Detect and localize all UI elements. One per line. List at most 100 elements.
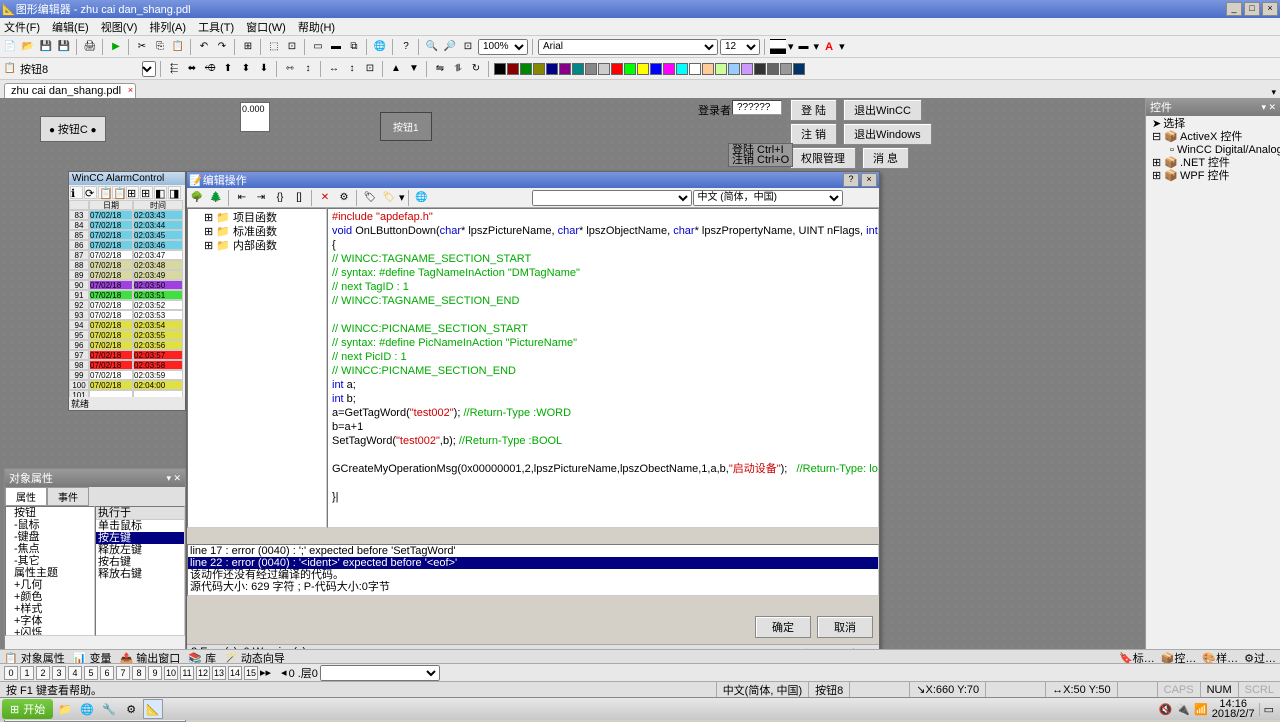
exit-wincc-button[interactable]: 退出WinCC <box>843 99 922 121</box>
dist-h-icon[interactable]: ⇿ <box>282 61 298 77</box>
fill-icon[interactable]: ▬ <box>328 39 344 55</box>
color-swatch[interactable] <box>559 63 571 75</box>
help-icon[interactable]: ? <box>398 39 414 55</box>
minimize-button[interactable]: _ <box>1226 2 1242 16</box>
color-swatch[interactable] <box>780 63 792 75</box>
alarm-row[interactable]: 9607/02/1802:03:56 <box>69 340 185 350</box>
canvas-value-box[interactable]: 0.000 <box>240 102 270 132</box>
props-icon[interactable]: 📋 <box>2 61 18 77</box>
tab-menu-icon[interactable]: ▾ <box>1271 87 1280 98</box>
color-swatch[interactable] <box>715 63 727 75</box>
grid-icon[interactable]: ⊞ <box>240 39 256 55</box>
layer-13[interactable]: 13 <box>212 666 226 680</box>
open-icon[interactable]: 📂 <box>20 39 36 55</box>
samesize-icon[interactable]: ⊡ <box>362 61 378 77</box>
align-bot-icon[interactable]: ⬇ <box>256 61 272 77</box>
props-category-tree[interactable]: 按钮-鼠标-键盘-焦点-其它属性主题+几何+颜色+样式+字体+闪烁+其它+填充+… <box>5 506 95 636</box>
code-delete-icon[interactable]: ✕ <box>316 190 334 206</box>
maximize-button[interactable]: □ <box>1244 2 1260 16</box>
alarm-tb-icon[interactable]: 📋 <box>112 186 125 199</box>
code-globe-icon[interactable]: 🌐 <box>413 190 431 206</box>
alarm-tb-icon[interactable]: ⊞ <box>140 186 153 199</box>
prop-tree-item[interactable]: +颜色 <box>6 591 94 603</box>
prop-list-item[interactable]: 释放左键 <box>96 544 184 556</box>
menu-help[interactable]: 帮助(H) <box>298 19 335 35</box>
select-icon[interactable]: ⬚ <box>266 39 282 55</box>
alarm-row[interactable]: 8307/02/1802:03:43 <box>69 210 185 220</box>
code-tree2-icon[interactable]: 🌲 <box>207 190 225 206</box>
logout-button[interactable]: 注 销 <box>790 123 837 145</box>
align-right-icon[interactable]: ⬲ <box>202 61 218 77</box>
alarm-tb-icon[interactable]: ℹ <box>70 186 83 199</box>
undo-icon[interactable]: ↶ <box>196 39 212 55</box>
ok-button[interactable]: 确定 <box>755 616 811 638</box>
code-editor[interactable]: #include "apdefap.h" void OnLButtonDown(… <box>327 208 879 528</box>
font-size-select[interactable]: 12 <box>720 39 760 55</box>
canvas-button-1[interactable]: 按钮1 <box>380 112 432 141</box>
layer-11[interactable]: 11 <box>180 666 194 680</box>
tray-icon[interactable]: 🔇 <box>1159 703 1173 716</box>
menu-file[interactable]: 文件(F) <box>4 19 40 35</box>
code-close-button[interactable]: × <box>861 173 877 187</box>
color-swatch[interactable] <box>637 63 649 75</box>
prop-tree-item[interactable]: +闪烁 <box>6 627 94 636</box>
redo-icon[interactable]: ↷ <box>214 39 230 55</box>
exit-windows-button[interactable]: 退出Windows <box>843 123 932 145</box>
alarm-row[interactable]: 9507/02/1802:03:55 <box>69 330 185 340</box>
color-swatch[interactable] <box>546 63 558 75</box>
controls-tree[interactable]: ➤ 选择 ⊟ 📦 ActiveX 控件 ▫ WinCC Digital/Anal… <box>1146 116 1280 185</box>
layer-0[interactable]: 0 <box>4 666 18 680</box>
alarm-tb-icon[interactable]: 📋 <box>98 186 111 199</box>
paste-icon[interactable]: 📋 <box>170 39 186 55</box>
tree-net[interactable]: ⊞ 📦 .NET 控件 <box>1148 157 1278 170</box>
prop-list-item[interactable]: 按左键 <box>96 532 184 544</box>
prop-tree-item[interactable]: -键盘 <box>6 531 94 543</box>
align-top-icon[interactable]: ⬆ <box>220 61 236 77</box>
alarm-tb-icon[interactable]: ◨ <box>168 186 181 199</box>
color-swatch[interactable] <box>793 63 805 75</box>
prop-list-item[interactable]: 按右键 <box>96 556 184 568</box>
color-swatch[interactable] <box>676 63 688 75</box>
layer-icon[interactable]: ⧉ <box>346 39 362 55</box>
alarm-row[interactable]: 9707/02/1802:03:57 <box>69 350 185 360</box>
prop-tree-item[interactable]: 属性主题 <box>6 567 94 579</box>
font-family-select[interactable]: Arial <box>538 39 718 55</box>
prop-tree-item[interactable]: -焦点 <box>6 543 94 555</box>
alarm-row[interactable]: 8407/02/1802:03:44 <box>69 220 185 230</box>
layer-2[interactable]: 2 <box>36 666 50 680</box>
color-swatch[interactable] <box>741 63 753 75</box>
color-swatch[interactable] <box>767 63 779 75</box>
object-dropdown[interactable] <box>142 61 156 77</box>
alarm-row[interactable]: 10007/02/1802:04:00 <box>69 380 185 390</box>
color-swatch[interactable] <box>598 63 610 75</box>
code-format-icon[interactable]: {} <box>271 190 289 206</box>
color-swatch[interactable] <box>754 63 766 75</box>
design-canvas[interactable]: ● 按钮C ● 0.000 按钮1 登录者: ?????? 登 陆 退出WinC… <box>0 98 1145 661</box>
zoomfit-icon[interactable]: ⊡ <box>460 39 476 55</box>
alarm-row[interactable]: 9307/02/1802:03:53 <box>69 310 185 320</box>
tree-item[interactable]: ⊞ 📁 内部函数 <box>190 239 324 253</box>
color-swatch[interactable] <box>494 63 506 75</box>
cut-icon[interactable]: ✂ <box>134 39 150 55</box>
code-tag2-icon[interactable]: 🏷 <box>380 190 398 206</box>
code-lang-select[interactable]: 中文 (简体，中国) <box>693 190 843 206</box>
permission-button[interactable]: 权限管理 <box>790 147 856 169</box>
message-button[interactable]: 消 息 <box>862 147 909 169</box>
login-button[interactable]: 登 陆 <box>790 99 837 121</box>
back-icon[interactable]: ▼ <box>406 61 422 77</box>
new-icon[interactable]: 📄 <box>2 39 18 55</box>
run-icon[interactable]: ▶ <box>108 39 124 55</box>
alarm-row[interactable]: 8907/02/1802:03:49 <box>69 270 185 280</box>
tree-wpf[interactable]: ⊞ 📦 WPF 控件 <box>1148 170 1278 183</box>
color-swatch[interactable] <box>507 63 519 75</box>
front-icon[interactable]: ▲ <box>388 61 404 77</box>
textcolor-icon[interactable]: A <box>821 39 837 55</box>
prop-tree-item[interactable]: +几何 <box>6 579 94 591</box>
alarm-row[interactable]: 9407/02/1802:03:54 <box>69 320 185 330</box>
layer-select[interactable] <box>320 665 440 681</box>
layer-next-icon[interactable]: ▸▸ <box>260 666 271 679</box>
alarm-row[interactable]: 9807/02/1802:03:58 <box>69 360 185 370</box>
layer-7[interactable]: 7 <box>116 666 130 680</box>
code-brace-icon[interactable]: [] <box>290 190 308 206</box>
tree-activex[interactable]: ⊟ 📦 ActiveX 控件 <box>1148 131 1278 144</box>
